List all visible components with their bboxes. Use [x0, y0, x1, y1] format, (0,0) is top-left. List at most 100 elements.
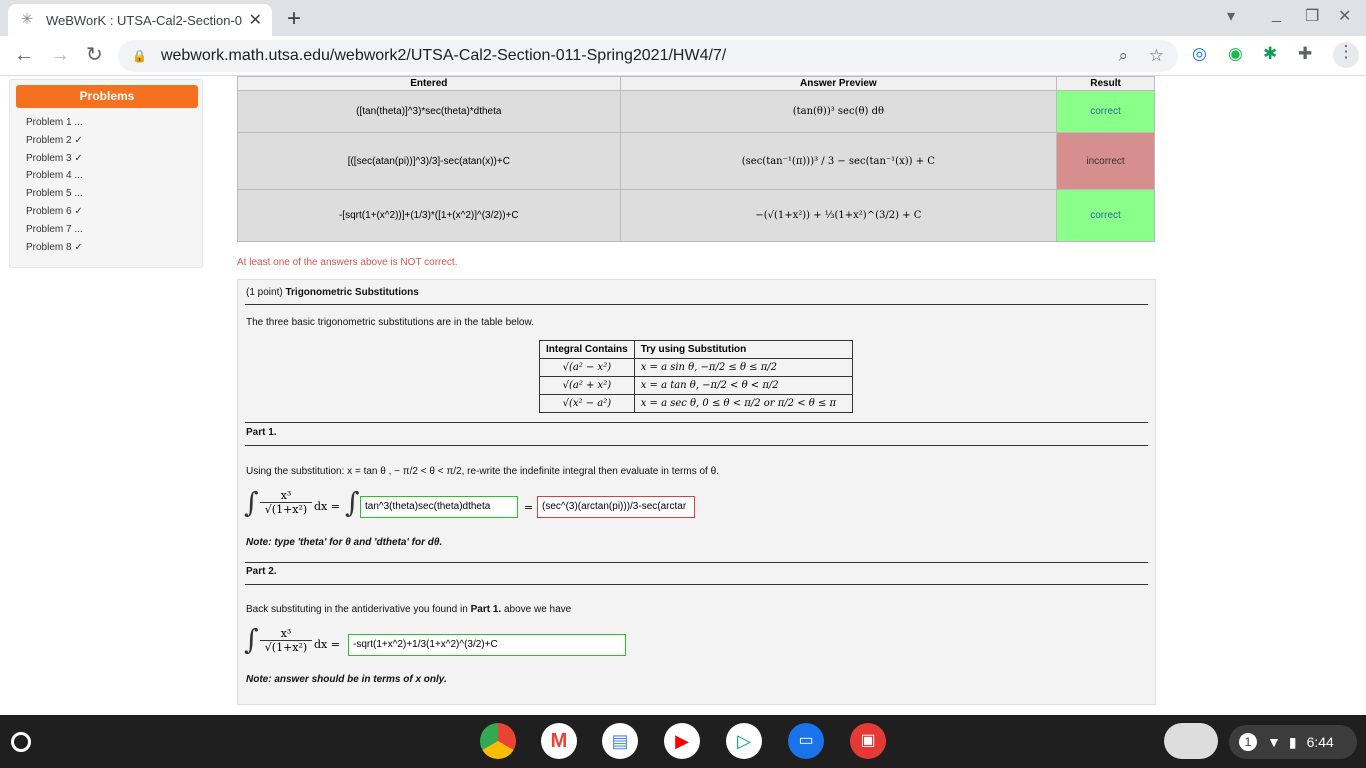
extension-icon[interactable]: ✱	[1263, 44, 1277, 64]
problem-points: (1 point)	[246, 287, 283, 298]
table-row: -[sqrt(1+(x^2))]+(1/3)*([1+(x^2)]^(3/2))…	[237, 189, 1155, 242]
menu-icon[interactable]: ⋮	[1333, 42, 1359, 68]
forward-icon[interactable]: →	[50, 44, 70, 66]
gmail-icon[interactable]: M	[541, 723, 577, 759]
problems-button[interactable]: Problems	[16, 85, 198, 108]
clock: 6:44	[1306, 734, 1334, 750]
divider	[245, 584, 1148, 585]
part1-answer-2-input[interactable]: (sec^(3)(arctan(pi)))/3-sec(arctar	[537, 496, 695, 518]
integral-sign: ∫	[244, 623, 259, 656]
divider	[245, 562, 1148, 563]
omnibox-actions: ⌕ ☆	[1118, 46, 1164, 66]
dx-equals: dx =	[314, 638, 340, 651]
url-text: webwork.math.utsa.edu/webwork2/UTSA-Cal2…	[160, 47, 727, 64]
table-cell: x = a sin θ, −π/2 ≤ θ ≤ π/2	[633, 358, 853, 377]
docs-icon[interactable]: ▤	[602, 723, 638, 759]
table-cell: √(x² − a²)	[539, 394, 635, 413]
sidebar-item-problem-7[interactable]: Problem 7 ...	[26, 224, 83, 242]
puzzle-icon[interactable]: ✚	[1298, 44, 1312, 64]
dx-equals: dx =	[314, 500, 340, 513]
table-cell: x = a sec θ, 0 ≤ θ < π/2 or π/2 < θ ≤ π	[633, 394, 853, 413]
integrand-fraction: x³ √(1+x²)	[260, 627, 312, 654]
part2-text-bold: Part 1.	[470, 604, 502, 615]
integrand-numerator: x³	[280, 627, 292, 640]
sidebar-item-problem-8[interactable]: Problem 8 ✓	[26, 242, 83, 260]
restore-button[interactable]: ❐	[1305, 6, 1319, 26]
table-row: [([sec(atan(pi))]^3)/3]-sec(atan(x))+C (…	[237, 132, 1155, 190]
webwork-favicon-icon: ✳	[20, 11, 34, 28]
notification-count: 1	[1239, 733, 1257, 751]
reload-icon[interactable]: ↻	[86, 44, 103, 66]
tab-search-icon[interactable]: ▾	[1227, 6, 1235, 26]
wifi-icon: ▼	[1267, 734, 1281, 750]
extension-icon[interactable]: ◎	[1192, 44, 1207, 64]
divider	[245, 304, 1148, 305]
bookmark-star-icon[interactable]: ☆	[1149, 46, 1164, 65]
gallery-icon[interactable]: ▣	[850, 723, 886, 759]
entered-cell: -[sqrt(1+(x^2))]+(1/3)*([1+(x^2)]^(3/2))…	[237, 189, 621, 242]
part2-text-pre: Back substituting in the antiderivative …	[246, 604, 468, 615]
sidebar-item-problem-1[interactable]: Problem 1 ...	[26, 117, 83, 135]
problem-list: Problem 1 ... Problem 2 ✓ Problem 3 ✓ Pr…	[26, 117, 83, 259]
result-cell: correct	[1056, 90, 1155, 133]
table-cell: √(a² − x²)	[539, 358, 635, 377]
table-row: √(x² − a²) x = a sec θ, 0 ≤ θ < π/2 or π…	[539, 394, 853, 413]
result-cell: incorrect	[1056, 132, 1155, 190]
substitution-table: Integral Contains Try using Substitution…	[539, 340, 853, 413]
sidebar-item-problem-6[interactable]: Problem 6 ✓	[26, 206, 83, 224]
extension-icon[interactable]: ◉	[1228, 44, 1243, 64]
tab-close-icon[interactable]: ✕	[249, 10, 262, 30]
part2-text: Back substituting in the antiderivative …	[246, 604, 571, 615]
results-table: Entered Answer Preview Result ([tan(thet…	[237, 76, 1155, 242]
preview-cell: (tan(θ))³ sec(θ) dθ	[619, 90, 1058, 133]
part1-title: Part 1.	[246, 427, 277, 438]
part2-title: Part 2.	[246, 566, 277, 577]
part2-text-post: above we have	[503, 604, 572, 615]
result-cell: correct	[1056, 189, 1155, 242]
integral-sign: ∫	[244, 486, 259, 519]
part2-note: Note: answer should be in terms of x onl…	[246, 674, 447, 685]
column-header: Integral Contains	[539, 340, 635, 359]
sidebar-item-problem-5[interactable]: Problem 5 ...	[26, 188, 83, 206]
launcher-icon[interactable]	[11, 732, 31, 752]
minimize-button[interactable]: _	[1272, 6, 1281, 24]
part1-text: Using the substitution: x = tan θ , − π/…	[246, 466, 719, 477]
header-result: Result	[1056, 76, 1155, 91]
sidebar-item-problem-2[interactable]: Problem 2 ✓	[26, 135, 83, 153]
battery-icon: ▮	[1288, 733, 1297, 750]
browser-tab[interactable]: ✳ WeBWorK : UTSA-Cal2-Section-0 ✕	[8, 4, 272, 36]
integrand-denominator: √(1+x²)	[260, 640, 312, 654]
close-window-button[interactable]: ✕	[1338, 6, 1351, 26]
divider	[245, 445, 1148, 446]
os-shelf: M ▤ ▶ ▷ ▭ ▣ 1 ▼ ▮ 6:44	[0, 715, 1366, 768]
warning-message: At least one of the answers above is NOT…	[237, 257, 458, 268]
problem-heading: (1 point) Trigonometric Substitutions	[246, 287, 419, 298]
results-area: Entered Answer Preview Result ([tan(thet…	[237, 76, 1155, 242]
address-bar[interactable]: 🔒 webwork.math.utsa.edu/webwork2/UTSA-Ca…	[118, 40, 1178, 72]
zoom-icon[interactable]: ⌕	[1118, 46, 1128, 65]
youtube-icon[interactable]: ▶	[664, 723, 700, 759]
header-answer-preview: Answer Preview	[619, 76, 1058, 91]
preview-cell: (sec(tan⁻¹(π)))³ / 3 − sec(tan⁻¹(x)) + C	[619, 132, 1058, 190]
problem-panel: (1 point) Trigonometric Substitutions Th…	[237, 279, 1156, 705]
files-icon[interactable]: ▭	[788, 723, 824, 759]
sidebar-item-problem-4[interactable]: Problem 4 ...	[26, 170, 83, 188]
chrome-icon[interactable]	[480, 723, 516, 759]
play-store-icon[interactable]: ▷	[726, 723, 762, 759]
table-cell: √(a² + x²)	[539, 376, 635, 395]
lock-icon: 🔒	[132, 49, 147, 63]
part1-answer-1-input[interactable]: tan^3(theta)sec(theta)dtheta	[360, 496, 518, 518]
table-row: ([tan(theta)]^3)*sec(theta)*dtheta (tan(…	[237, 90, 1155, 133]
header-entered: Entered	[237, 76, 621, 91]
status-area[interactable]: 1 ▼ ▮ 6:44	[1229, 725, 1357, 759]
back-icon[interactable]: ←	[14, 44, 34, 66]
integrand-denominator: √(1+x²)	[260, 502, 312, 516]
table-cell: x = a tan θ, −π/2 < θ < π/2	[633, 376, 853, 395]
integrand-fraction: x³ √(1+x²)	[260, 489, 312, 516]
problem-title: Trigonometric Substitutions	[285, 287, 419, 298]
part2-answer-input[interactable]: -sqrt(1+x^2)+1/3(1+x^2)^(3/2)+C	[348, 634, 626, 656]
tote-icon[interactable]	[1164, 723, 1218, 759]
browser-toolbar: ← → ↻ 🔒 webwork.math.utsa.edu/webwork2/U…	[0, 36, 1366, 76]
sidebar-item-problem-3[interactable]: Problem 3 ✓	[26, 153, 83, 171]
new-tab-button[interactable]: +	[287, 5, 301, 33]
